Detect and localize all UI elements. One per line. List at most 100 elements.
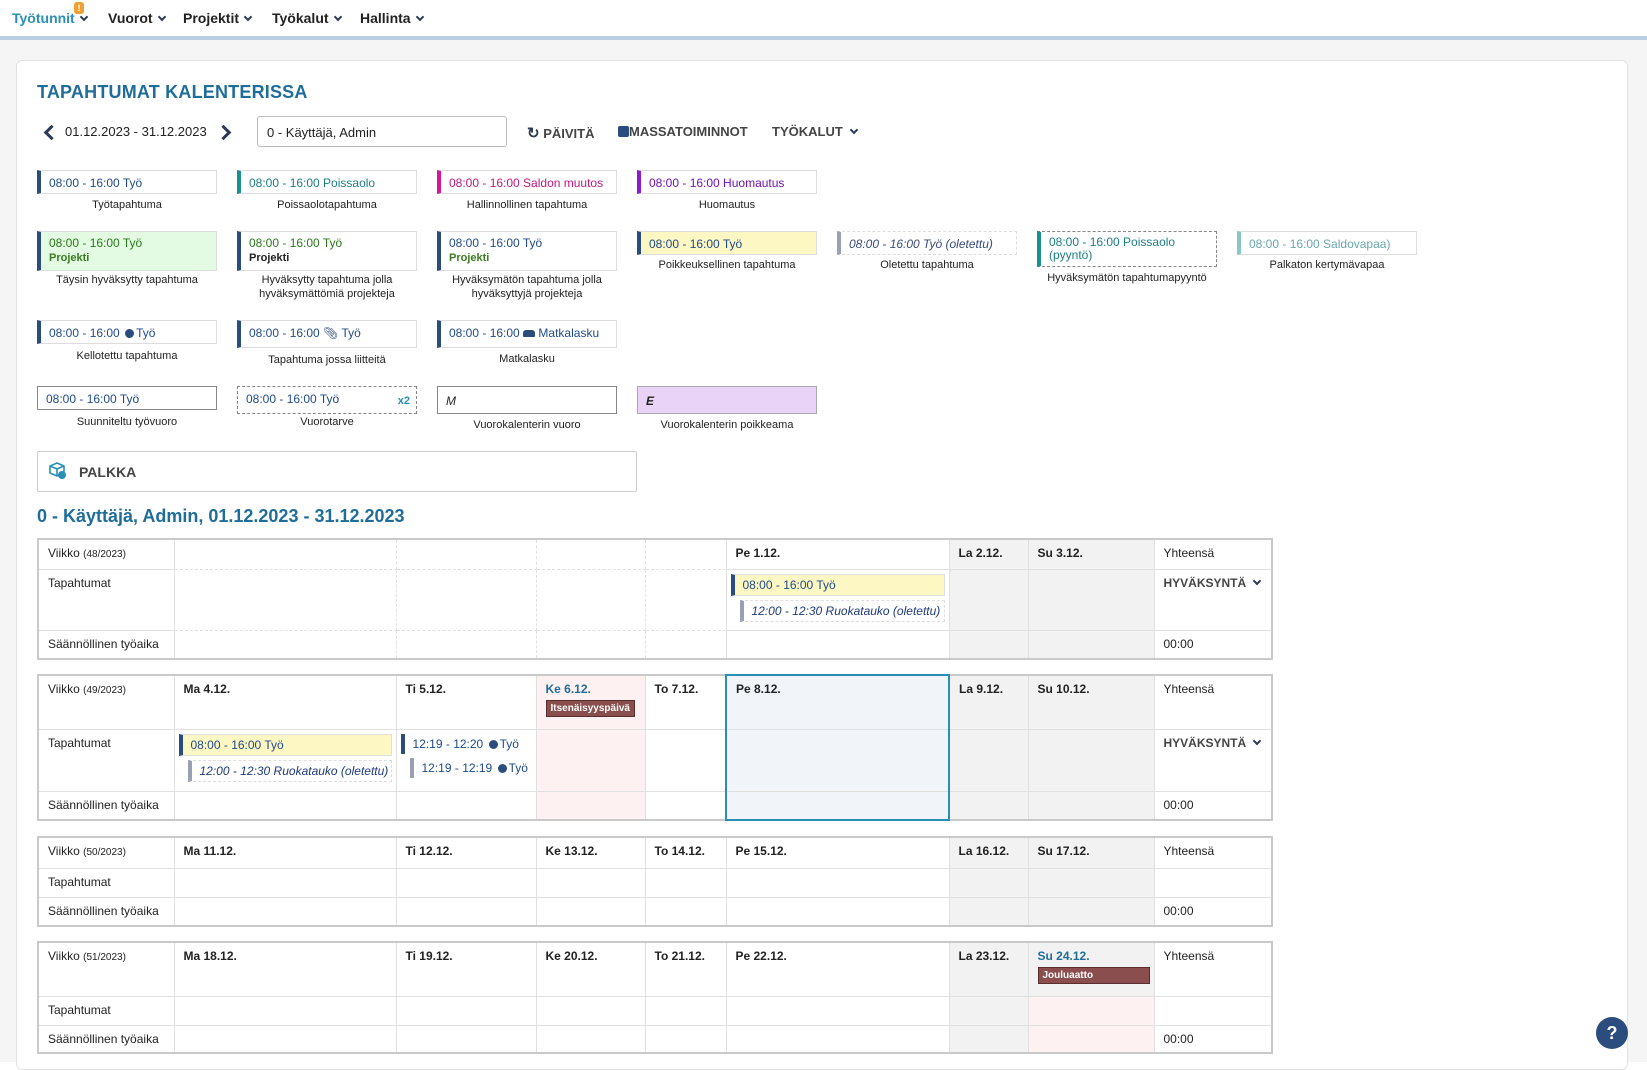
day-cell[interactable] [1027,995,1155,1026]
event-work[interactable]: 08:00 - 16:00 Työ [730,573,945,596]
day-cell[interactable]: 08:00 - 16:00 Työ 12:00 - 12:30 Ruokatau… [173,728,397,792]
user-select[interactable]: 0 - Käyttäjä, Admin [257,116,507,147]
legend-caption: Täysin hyväksytty tapahtuma [56,274,198,286]
chevron-down-icon [1252,736,1262,745]
day-cell [644,538,727,570]
day-header[interactable]: Ma 4.12. [173,674,397,730]
day-cell[interactable] [644,728,727,792]
event-lunch-break[interactable]: 12:00 - 12:30 Ruokatauko (oletettu) [739,599,945,622]
nav-projektit[interactable]: Projektit [183,10,253,26]
day-header[interactable]: Pe 22.12. [725,941,950,997]
day-header[interactable]: Ke 6.12. Itsenäisyyspäivä [535,674,646,730]
day-cell[interactable] [644,867,727,898]
nav-tyokalut[interactable]: Työkalut [272,10,342,26]
day-cell[interactable] [1027,867,1155,898]
legend-shift-need: 08:00 - 16:00 Työ x2 [237,386,417,414]
nav-hallinta[interactable]: Hallinta [360,10,424,26]
day-cell[interactable] [535,995,646,1026]
event-clocked-work[interactable]: 12:19 - 12:19 Työ [409,757,532,778]
approval-dropdown[interactable]: HYVÄKSYNTÄ [1153,568,1273,631]
chevron-down-icon [1252,576,1262,585]
day-cell [725,1024,950,1054]
day-header[interactable]: Ti 12.12. [395,836,537,869]
nav-vuorot[interactable]: Vuorot [108,10,166,26]
day-header[interactable]: La 2.12. [948,538,1029,570]
day-header[interactable]: Ma 18.12. [173,941,397,997]
legend-label: Matkalasku [538,326,600,340]
day-cell [535,1024,646,1054]
day-cell[interactable]: 12:19 - 12:20 Työ 12:19 - 12:19 Työ [395,728,537,792]
help-button[interactable]: ? [1596,1017,1628,1049]
day-cell[interactable] [1027,568,1155,631]
event-lunch-break[interactable]: 12:00 - 12:30 Ruokatauko (oletettu) [187,759,392,782]
day-cell [173,629,397,660]
day-cell[interactable] [395,867,537,898]
regular-time-total: 00:00 [1153,629,1273,660]
legend-caption: Oletettu tapahtuma [880,259,974,271]
day-cell[interactable] [725,995,950,1026]
tools-button[interactable]: TYÖKALUT [772,124,859,139]
day-header[interactable]: Ti 19.12. [395,941,537,997]
day-cell[interactable] [725,867,950,898]
day-header[interactable]: Ma 11.12. [173,836,397,869]
day-cell[interactable] [395,995,537,1026]
payroll-label: PALKKA [79,464,137,480]
day-header[interactable]: To 14.12. [644,836,727,869]
legend-caption: Hyväksytty tapahtuma jolla hyväksymättöm… [259,274,395,300]
day-cell[interactable] [948,995,1029,1026]
legend-caption: Hallinnollinen tapahtuma [466,199,588,211]
day-header[interactable]: To 21.12. [644,941,727,997]
day-cell[interactable] [535,728,646,792]
day-header[interactable]: La 9.12. [948,674,1029,730]
day-cell [1027,790,1155,821]
page-title: TAPAHTUMAT KALENTERISSA [37,82,308,102]
day-header[interactable]: Ke 13.12. [535,836,646,869]
payroll-section[interactable]: PALKKA [37,451,637,492]
day-cell[interactable] [1027,728,1155,792]
day-cell-selected[interactable] [725,728,950,792]
day-cell[interactable] [173,867,397,898]
regular-time-label: Säännöllinen työaika [37,790,175,821]
day-cell[interactable] [173,995,397,1026]
day-cell[interactable] [948,568,1029,631]
week-label: Viikko (50/2023) [37,836,175,869]
event-clocked-work[interactable]: 12:19 - 12:20 Työ [400,733,532,754]
day-cell[interactable]: 08:00 - 16:00 Työ 12:00 - 12:30 Ruokatau… [725,568,950,631]
day-cell [535,629,646,660]
day-header[interactable]: Pe 15.12. [725,836,950,869]
day-header[interactable]: Su 3.12. [1027,538,1155,570]
regular-time-total: 00:00 [1153,1024,1273,1054]
approval-text: HYVÄKSYNTÄ [1163,575,1247,590]
day-header[interactable]: La 16.12. [948,836,1029,869]
legend-planned-shift: 08:00 - 16:00 Työ [37,386,217,410]
legend-travel-expense: 08:00 - 16:00 Matkalasku [437,320,617,348]
refresh-button[interactable]: ↻ PÄIVITÄ [527,124,595,142]
day-header[interactable]: La 23.12. [948,941,1029,997]
mass-actions-label: MASSATOIMINNOT [629,124,748,139]
holiday-badge: Itsenäisyyspäivä [545,700,635,717]
day-cell[interactable] [535,867,646,898]
day-header[interactable]: Su 24.12. Jouluaatto [1027,941,1155,997]
regular-time-total: 00:00 [1153,896,1273,927]
day-header[interactable]: Ti 5.12. [395,674,537,730]
mass-actions-button[interactable]: MASSATOIMINNOT [618,124,748,139]
day-header[interactable]: Su 10.12. [1027,674,1155,730]
day-header[interactable]: Ke 20.12. [535,941,646,997]
week-label: Viikko (49/2023) [37,674,175,730]
approval-dropdown[interactable]: HYVÄKSYNTÄ [1153,728,1273,792]
legend-caption: Matkalasku [499,353,555,365]
event-work[interactable]: 08:00 - 16:00 Työ [178,733,392,756]
day-cell[interactable] [948,867,1029,898]
day-cell [948,896,1029,927]
approval-cell [1153,995,1273,1026]
day-header-selected[interactable]: Pe 8.12. [725,674,950,729]
regular-time-label: Säännöllinen työaika [37,629,175,660]
day-cell[interactable] [644,995,727,1026]
day-cell [1027,1024,1155,1054]
day-header[interactable]: Su 17.12. [1027,836,1155,869]
regular-time-total: 00:00 [1153,790,1273,821]
legend-shift-calendar: M [437,386,617,414]
day-cell[interactable] [948,728,1029,792]
day-header[interactable]: To 7.12. [644,674,727,730]
day-header[interactable]: Pe 1.12. [725,538,950,570]
